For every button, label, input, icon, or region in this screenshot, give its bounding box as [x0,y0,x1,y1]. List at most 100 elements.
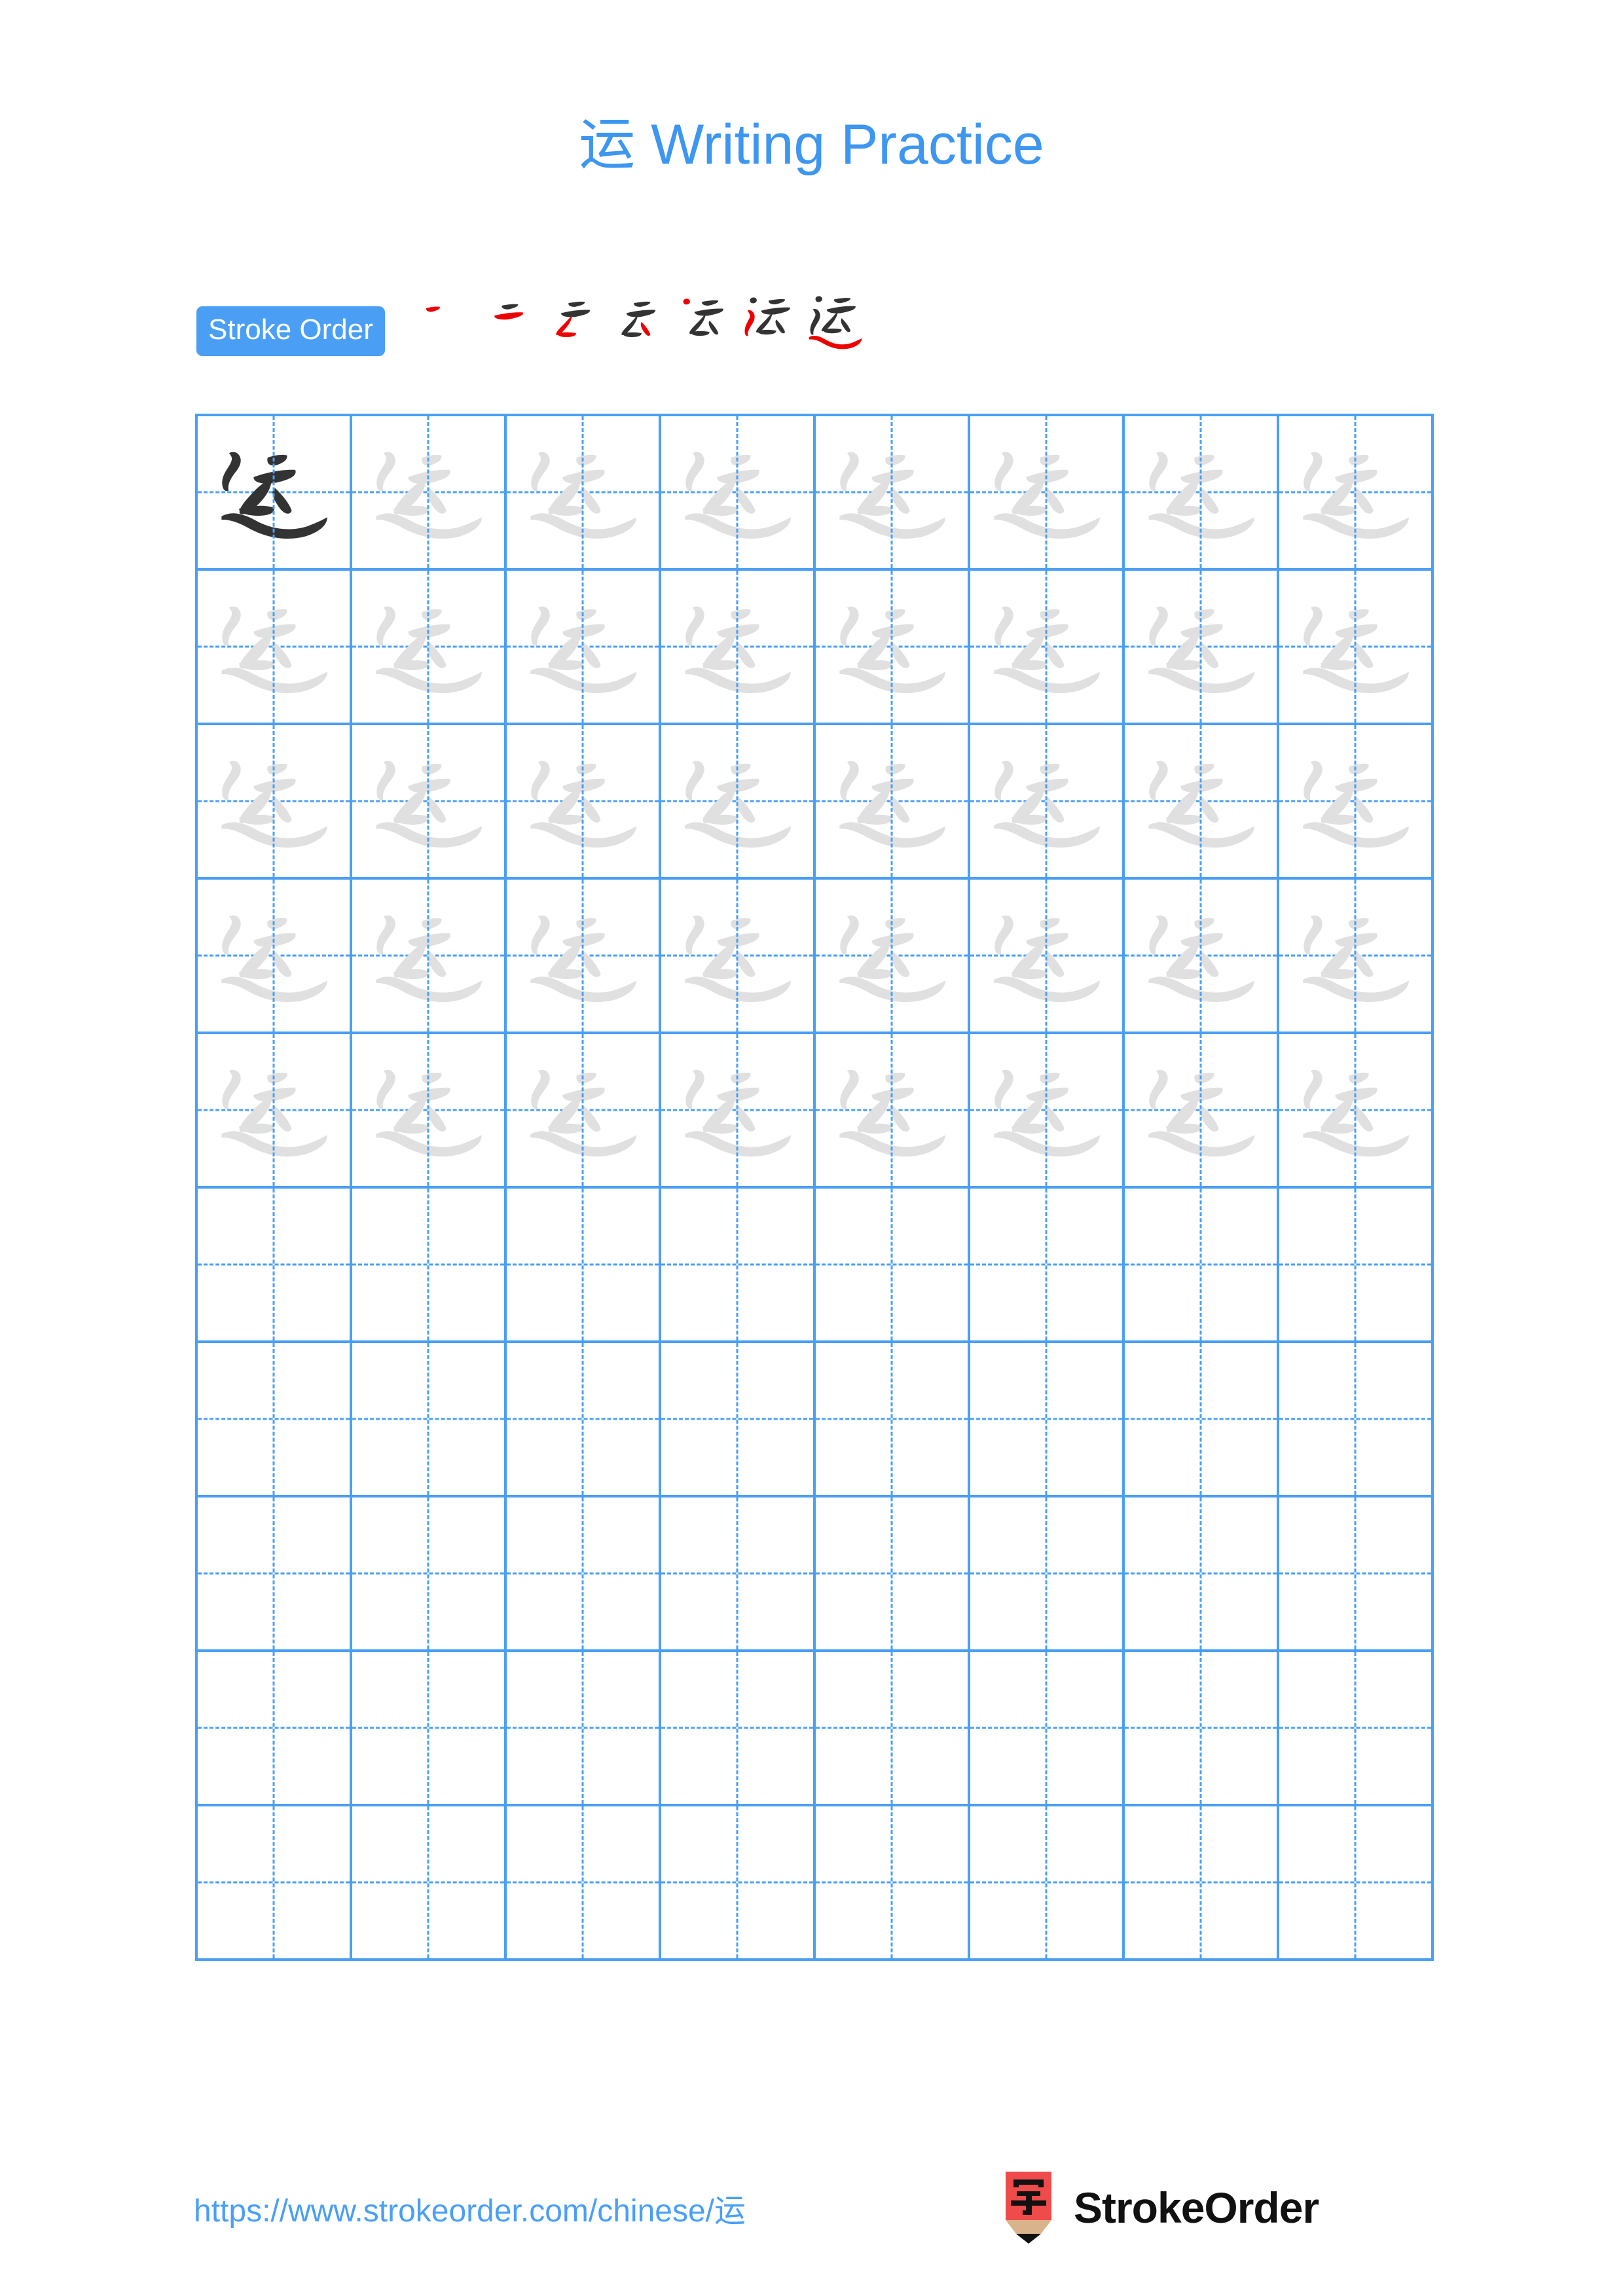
practice-cell-r5-c5[interactable] [816,1034,970,1189]
practice-cell-r7-c5[interactable] [816,1343,970,1498]
stroke-5 [1045,951,1065,977]
character-glyph [221,915,327,1003]
practice-cell-r6-c6[interactable] [970,1189,1125,1343]
stroke-7 [221,977,327,1003]
practice-cell-r3-c3[interactable] [507,725,661,880]
practice-cell-r6-c5[interactable] [816,1189,970,1343]
practice-cell-r3-c4[interactable] [661,725,816,880]
practice-cell-r8-c2[interactable] [352,1498,507,1652]
practice-cell-r9-c5[interactable] [816,1652,970,1806]
practice-cell-r5-c7[interactable] [1125,1034,1279,1189]
practice-cell-r8-c5[interactable] [816,1498,970,1652]
practice-cell-r3-c8[interactable] [1279,725,1434,880]
stroke-6 [994,915,1013,955]
practice-cell-r2-c8[interactable] [1279,571,1434,725]
practice-cell-r2-c3[interactable] [507,571,661,725]
practice-cell-r1-c7[interactable] [1125,416,1279,571]
practice-cell-r4-c1[interactable] [198,880,352,1034]
practice-cell-r3-c7[interactable] [1125,725,1279,880]
practice-cell-r3-c6[interactable] [970,725,1125,880]
stroke-5 [581,951,601,977]
stroke-5 [581,488,601,514]
practice-cell-r3-c1[interactable] [198,725,352,880]
practice-cell-r7-c1[interactable] [198,1343,352,1498]
trace-character [1125,880,1277,1031]
practice-cell-r1-c5[interactable] [816,416,970,571]
practice-cell-r5-c6[interactable] [970,1034,1125,1189]
practice-cell-r4-c2[interactable] [352,880,507,1034]
practice-cell-r8-c7[interactable] [1125,1498,1279,1652]
practice-cell-r8-c8[interactable] [1279,1498,1434,1652]
character-glyph [530,915,636,1003]
practice-cell-r8-c3[interactable] [507,1498,661,1652]
practice-cell-r9-c7[interactable] [1125,1652,1279,1806]
practice-cell-r1-c1[interactable] [198,416,352,571]
practice-cell-r2-c6[interactable] [970,571,1125,725]
practice-cell-r6-c3[interactable] [507,1189,661,1343]
practice-cell-r3-c2[interactable] [352,725,507,880]
practice-cell-r10-c6[interactable] [970,1806,1125,1961]
practice-cell-r9-c8[interactable] [1279,1652,1434,1806]
stroke-5 [890,642,910,668]
practice-cell-r3-c5[interactable] [816,725,970,880]
practice-cell-r5-c4[interactable] [661,1034,816,1189]
practice-cell-r6-c1[interactable] [198,1189,352,1343]
practice-cell-r4-c3[interactable] [507,880,661,1034]
practice-cell-r2-c7[interactable] [1125,571,1279,725]
practice-cell-r2-c1[interactable] [198,571,352,725]
practice-cell-r9-c6[interactable] [970,1652,1125,1806]
practice-cell-r8-c4[interactable] [661,1498,816,1652]
stroke-6 [685,606,704,646]
practice-cell-r5-c2[interactable] [352,1034,507,1189]
character-glyph [685,452,791,539]
stroke-2 [408,469,450,484]
practice-cell-r6-c2[interactable] [352,1189,507,1343]
practice-cell-r9-c2[interactable] [352,1652,507,1806]
practice-cell-r10-c3[interactable] [507,1806,661,1961]
practice-cell-r4-c6[interactable] [970,880,1125,1034]
practice-cell-r2-c5[interactable] [816,571,970,725]
stroke-1 [885,609,905,620]
practice-cell-r7-c2[interactable] [352,1343,507,1498]
practice-cell-r4-c5[interactable] [816,880,970,1034]
practice-cell-r5-c3[interactable] [507,1034,661,1189]
practice-cell-r9-c4[interactable] [661,1652,816,1806]
trace-character [1279,880,1431,1031]
practice-cell-r8-c6[interactable] [970,1498,1125,1652]
practice-cell-r10-c2[interactable] [352,1806,507,1961]
practice-cell-r6-c4[interactable] [661,1189,816,1343]
practice-cell-r8-c1[interactable] [198,1498,352,1652]
practice-cell-r10-c4[interactable] [661,1806,816,1961]
practice-cell-r1-c8[interactable] [1279,416,1434,571]
practice-cell-r5-c8[interactable] [1279,1034,1434,1189]
practice-cell-r6-c8[interactable] [1279,1189,1434,1343]
footer-url-link[interactable]: https://www.strokeorder.com/chinese/运 [194,2185,746,2231]
practice-cell-r7-c7[interactable] [1125,1343,1279,1498]
practice-cell-r6-c7[interactable] [1125,1189,1279,1343]
stroke-7 [1303,668,1409,694]
practice-cell-r1-c6[interactable] [970,416,1125,571]
stroke-step-1 [412,300,475,363]
practice-cell-r4-c7[interactable] [1125,880,1279,1034]
stroke-6 [1304,761,1322,800]
brand-logo-group[interactable]: StrokeOrder [1000,2172,1319,2244]
practice-cell-r2-c2[interactable] [352,571,507,725]
practice-cell-r7-c8[interactable] [1279,1343,1434,1498]
practice-cell-r4-c4[interactable] [661,880,816,1034]
practice-cell-r10-c5[interactable] [816,1806,970,1961]
practice-cell-r9-c3[interactable] [507,1652,661,1806]
practice-cell-r10-c7[interactable] [1125,1806,1279,1961]
stroke-5 [1199,797,1219,823]
practice-cell-r7-c3[interactable] [507,1343,661,1498]
practice-cell-r1-c4[interactable] [661,416,816,571]
practice-cell-r2-c4[interactable] [661,571,816,725]
practice-cell-r5-c1[interactable] [198,1034,352,1189]
practice-cell-r1-c3[interactable] [507,416,661,571]
practice-cell-r4-c8[interactable] [1279,880,1434,1034]
practice-cell-r7-c4[interactable] [661,1343,816,1498]
practice-cell-r9-c1[interactable] [198,1652,352,1806]
practice-cell-r7-c6[interactable] [970,1343,1125,1498]
practice-cell-r10-c1[interactable] [198,1806,352,1961]
practice-cell-r1-c2[interactable] [352,416,507,571]
practice-cell-r10-c8[interactable] [1279,1806,1434,1961]
